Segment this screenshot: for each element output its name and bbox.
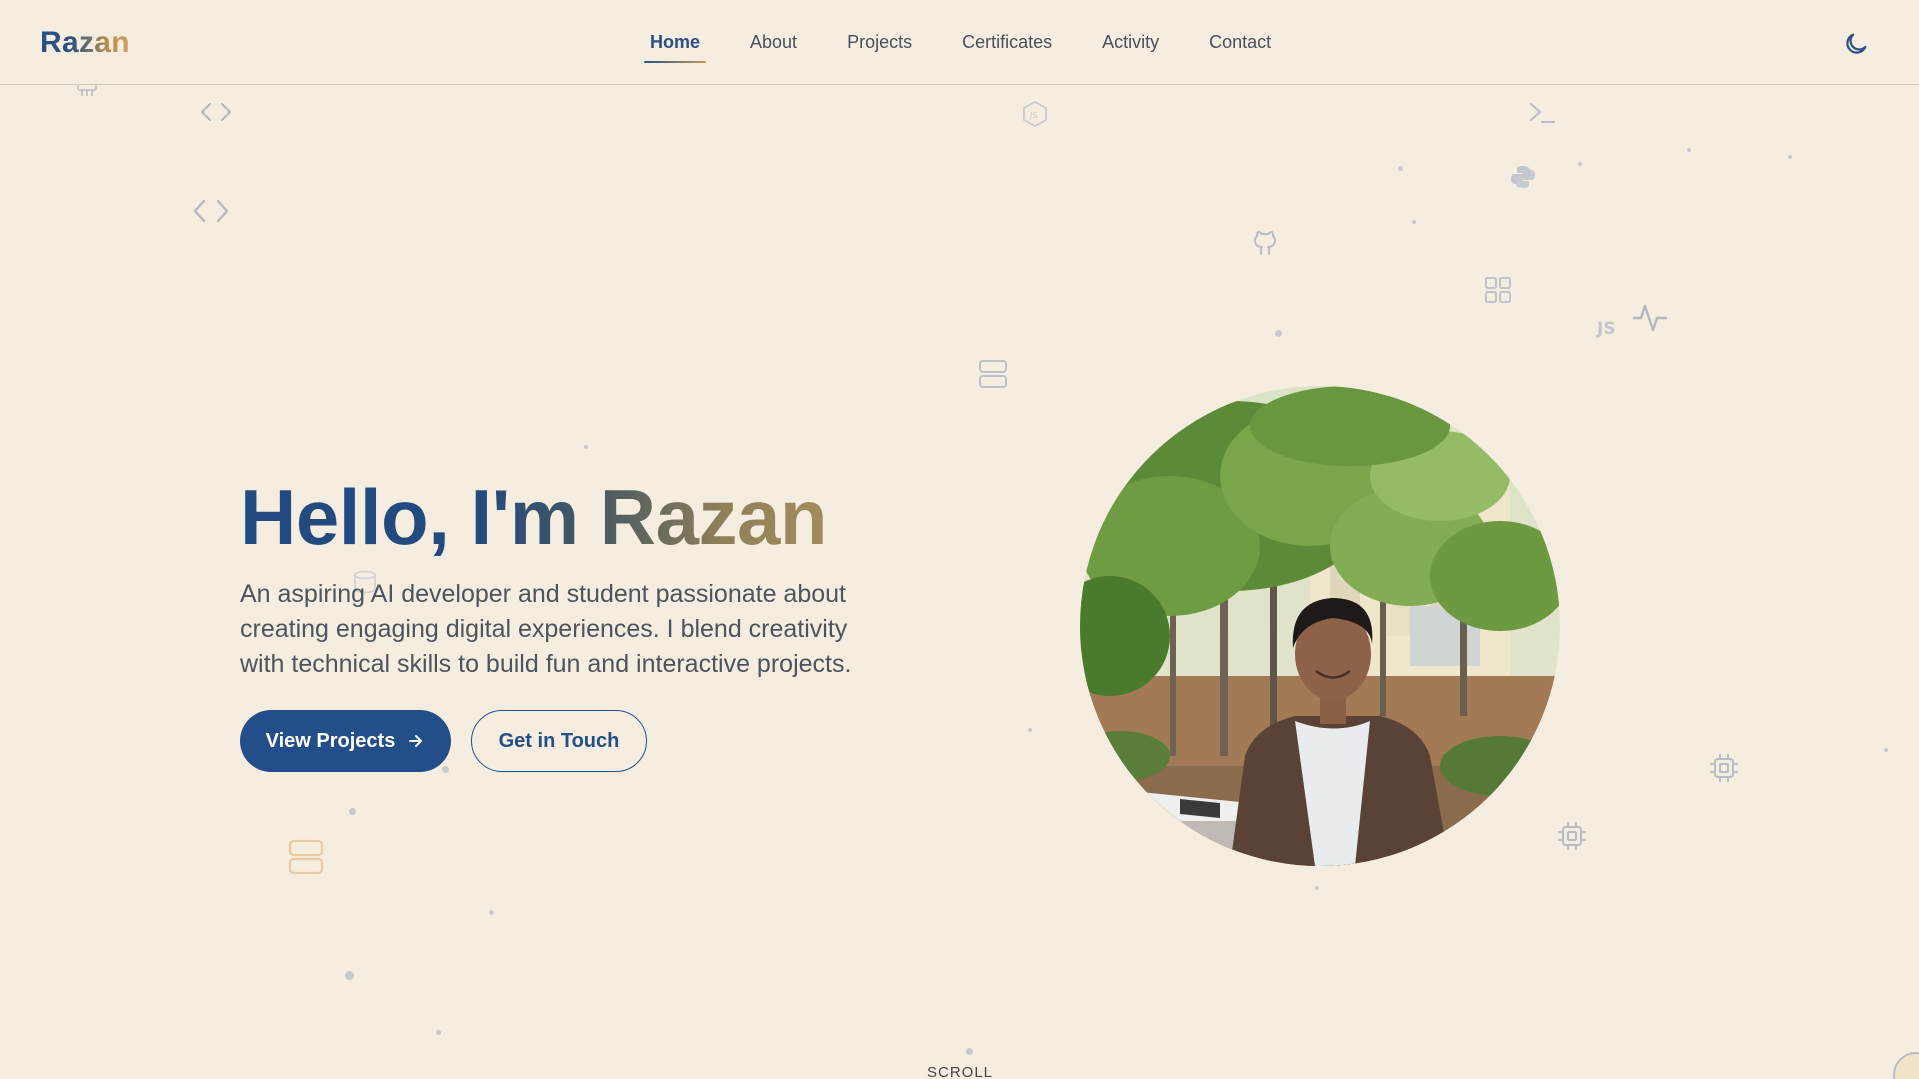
activity-icon bbox=[1632, 304, 1668, 332]
hero-description: An aspiring AI developer and student pas… bbox=[240, 580, 852, 678]
profile-photo-image bbox=[1080, 386, 1560, 866]
background-dot bbox=[1315, 886, 1319, 890]
nav-item-contact[interactable]: Contact bbox=[1209, 30, 1271, 63]
background-dot bbox=[966, 1048, 973, 1055]
floating-action-button[interactable] bbox=[1893, 1052, 1919, 1079]
view-projects-button[interactable]: View Projects bbox=[240, 710, 451, 772]
hero-title: Hello, I'm Razan bbox=[240, 473, 828, 561]
svg-text:JS: JS bbox=[1596, 319, 1616, 338]
terminal-icon bbox=[1530, 103, 1555, 123]
nodejs-icon: JS bbox=[1023, 100, 1047, 128]
grid-icon bbox=[1485, 277, 1511, 303]
code-icon bbox=[193, 199, 229, 223]
background-dot bbox=[1275, 330, 1282, 337]
nav-item-activity[interactable]: Activity bbox=[1102, 30, 1159, 63]
chip-icon bbox=[1710, 754, 1738, 782]
chip-icon bbox=[1558, 822, 1586, 850]
site-logo[interactable]: Razan bbox=[40, 26, 130, 60]
get-in-touch-label: Get in Touch bbox=[498, 729, 620, 752]
get-in-touch-button[interactable]: Get in Touch bbox=[471, 710, 647, 772]
python-icon bbox=[1511, 166, 1535, 188]
nav-item-home[interactable]: Home bbox=[643, 30, 707, 63]
github-icon bbox=[1254, 231, 1276, 255]
background-dot bbox=[1687, 148, 1691, 152]
main-nav: Home About Projects Certificates Activit… bbox=[643, 30, 1321, 63]
server-icon bbox=[979, 360, 1007, 388]
code-icon bbox=[200, 102, 232, 122]
nav-item-certificates[interactable]: Certificates bbox=[962, 30, 1052, 63]
site-header: Razan Home About Projects Certificates A… bbox=[0, 0, 1919, 85]
background-dot bbox=[436, 1030, 441, 1035]
svg-text:JS: JS bbox=[1029, 111, 1037, 120]
background-dot bbox=[1398, 166, 1403, 171]
background-dot bbox=[1412, 220, 1416, 224]
view-projects-label: View Projects bbox=[265, 729, 396, 752]
background-dot bbox=[584, 445, 588, 449]
profile-photo bbox=[1080, 386, 1560, 866]
theme-toggle-button[interactable] bbox=[1842, 30, 1870, 58]
background-dot bbox=[1028, 728, 1032, 732]
moon-icon bbox=[1846, 33, 1867, 54]
background-dot bbox=[349, 808, 356, 815]
server-icon bbox=[288, 839, 324, 875]
background-dot bbox=[1578, 162, 1582, 166]
background-dot bbox=[345, 971, 354, 980]
background-dot bbox=[442, 766, 449, 773]
scroll-hint: SCROLL bbox=[927, 1064, 994, 1079]
background-dot bbox=[489, 910, 494, 915]
page: JS JS Razan Home About Projects Certific… bbox=[0, 0, 1919, 1079]
nav-item-about[interactable]: About bbox=[750, 30, 797, 63]
background-dot bbox=[1788, 155, 1792, 159]
arrow-right-icon bbox=[409, 735, 423, 747]
javascript-icon: JS bbox=[1596, 319, 1616, 338]
nav-item-projects[interactable]: Projects bbox=[847, 30, 912, 63]
background-dot bbox=[1884, 748, 1888, 752]
